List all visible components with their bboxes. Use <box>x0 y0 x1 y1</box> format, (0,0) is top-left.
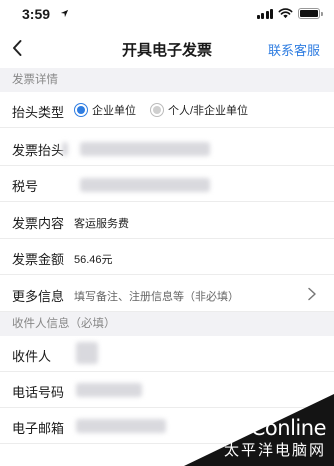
radio-enterprise-label: 企业单位 <box>92 105 136 117</box>
radio-checked-icon <box>74 103 88 117</box>
more-info-label: 更多信息 <box>12 289 65 304</box>
wifi-icon <box>278 8 293 19</box>
recipient-name-row[interactable]: 收件人 <box>0 336 334 372</box>
invoice-content-label: 发票内容 <box>12 216 65 231</box>
chevron-right-icon <box>308 287 316 301</box>
invoice-amount-value: 56.46元 <box>74 254 113 266</box>
email-label: 电子邮箱 <box>12 421 65 436</box>
invoice-content-value: 客运服务费 <box>74 218 129 230</box>
radio-individual[interactable]: 个人/非企业单位 <box>150 102 248 118</box>
radio-individual-label: 个人/非企业单位 <box>168 105 249 117</box>
watermark-logo: PConline <box>238 416 327 440</box>
watermark-subtitle: 太平洋电脑网 <box>223 441 326 459</box>
email-field[interactable] <box>76 419 166 433</box>
title-type-label: 抬头类型 <box>12 105 65 120</box>
radio-unchecked-icon <box>150 103 164 117</box>
recipient-name-field[interactable] <box>76 342 98 364</box>
more-info-row[interactable]: 更多信息 填写备注、注册信息等（非必填） <box>0 276 334 312</box>
recipient-name-label: 收件人 <box>12 349 52 364</box>
phone-field[interactable] <box>76 383 142 397</box>
tax-number-label: 税号 <box>12 179 39 194</box>
content-row: 发票内容 客运服务费 <box>0 203 334 239</box>
contact-support-button[interactable]: 联系客服 <box>268 40 320 59</box>
radio-enterprise[interactable]: 企业单位 <box>74 102 136 118</box>
title-type-radio-group: 企业单位 个人/非企业单位 <box>74 102 248 118</box>
nav-bar: 开具电子发票 联系客服 <box>0 28 334 68</box>
amount-row: 发票金额 56.46元 <box>0 239 334 275</box>
invoice-title-label: 发票抬头 <box>12 143 65 158</box>
recipient-section-header: 收件人信息（必填） <box>0 312 334 336</box>
blurred-overlap <box>62 142 68 156</box>
status-bar: 3:59 <box>0 0 334 28</box>
invoice-amount-label: 发票金额 <box>12 252 65 267</box>
tax-number-row[interactable]: 税号 <box>0 166 334 202</box>
status-time: 3:59 <box>22 6 51 22</box>
tax-number-field[interactable] <box>80 178 210 192</box>
location-arrow-icon <box>60 9 69 18</box>
invoice-title-row[interactable]: 发票抬头 <box>0 130 334 166</box>
invoice-section-header: 发票详情 <box>0 68 334 92</box>
watermark: PConline 太平洋电脑网 <box>184 394 334 466</box>
title-type-row: 抬头类型 企业单位 个人/非企业单位 <box>0 92 334 128</box>
phone-label: 电话号码 <box>12 385 65 400</box>
battery-icon <box>298 8 323 19</box>
more-info-placeholder: 填写备注、注册信息等（非必填） <box>74 291 239 303</box>
cellular-signal-icon <box>256 8 273 19</box>
status-icons <box>256 8 323 19</box>
invoice-title-field[interactable] <box>80 142 210 156</box>
